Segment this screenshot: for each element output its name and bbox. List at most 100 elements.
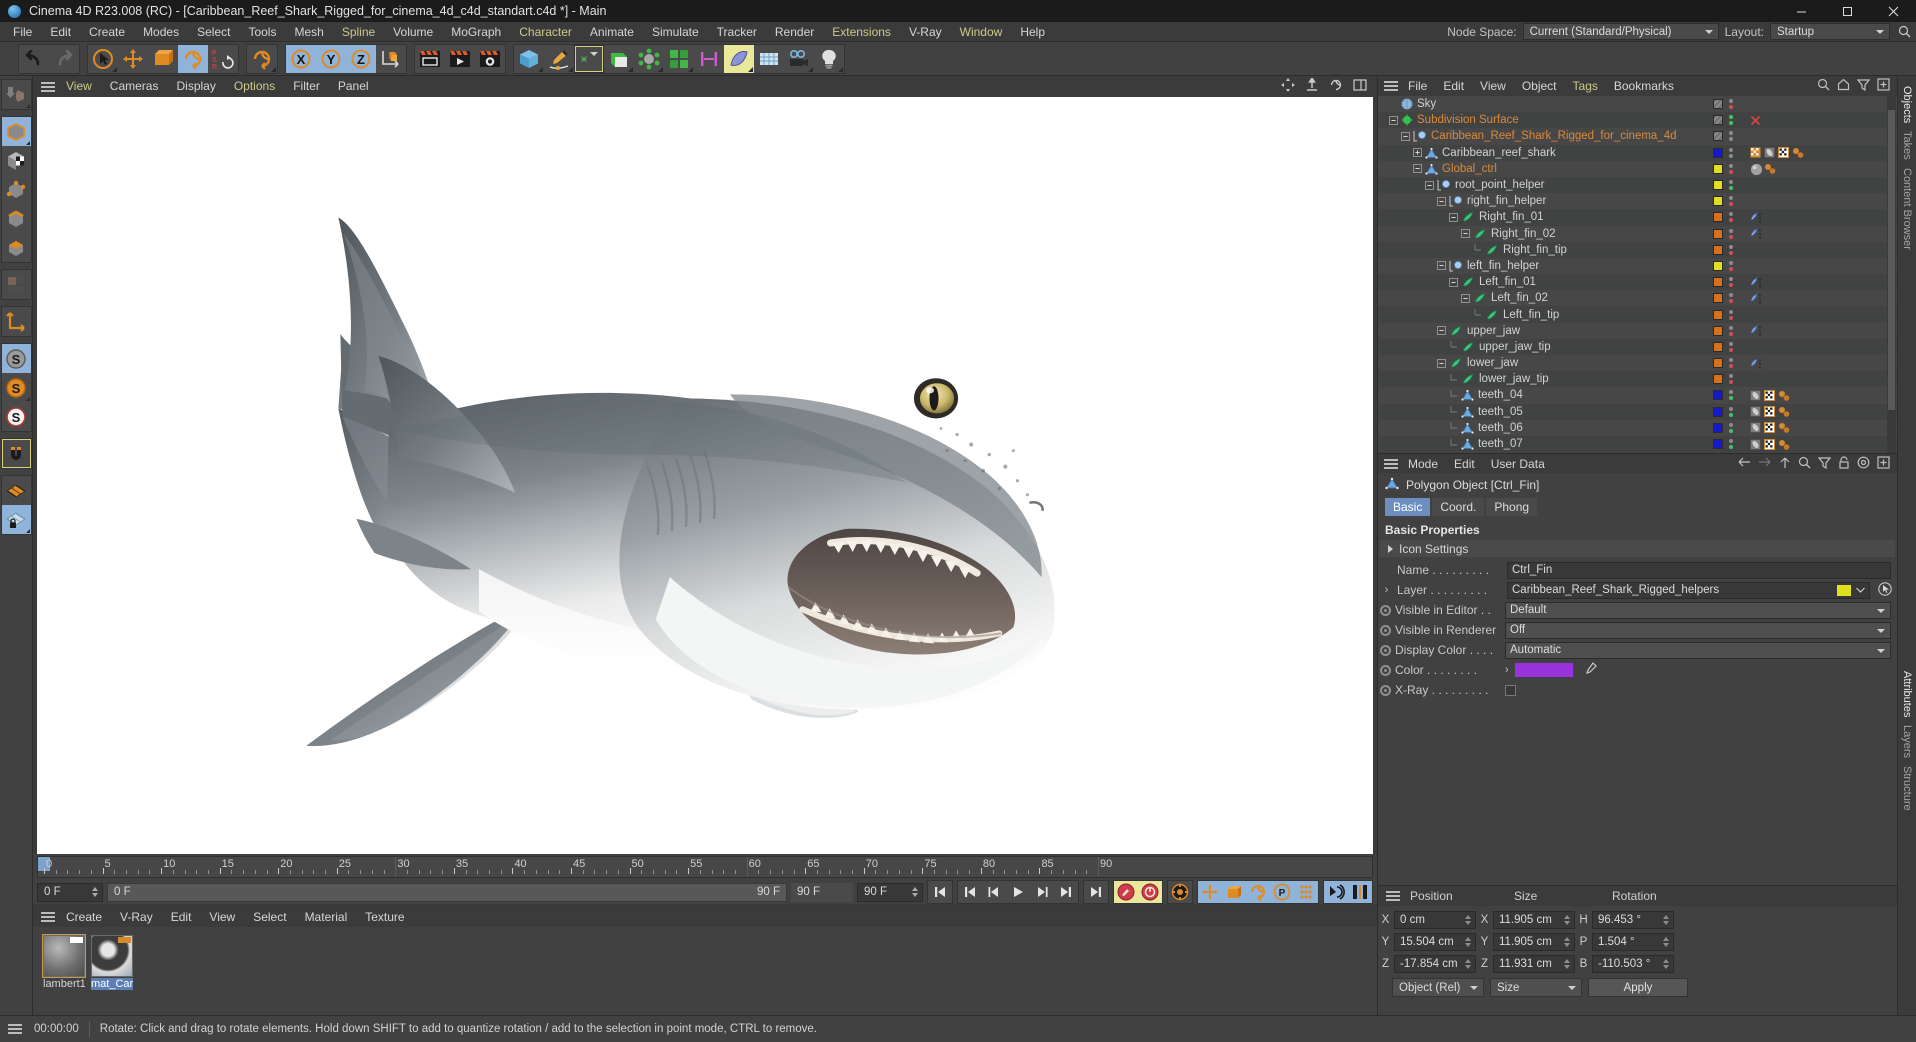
record-active-objects-button[interactable] (1114, 881, 1138, 903)
edge-mode-icon[interactable] (1, 204, 31, 233)
icon-settings-group[interactable]: Icon Settings (1380, 540, 1895, 557)
generator-icon[interactable] (574, 44, 604, 73)
make-editable-icon[interactable] (1, 80, 31, 109)
menu-item-mograph[interactable]: MoGraph (442, 22, 510, 42)
viewport-3d[interactable] (37, 97, 1373, 854)
viewport-menu-view[interactable]: View (57, 76, 101, 97)
snap-settings-icon[interactable]: S (1, 373, 31, 402)
object-display-color-swatch[interactable] (1713, 147, 1723, 158)
status-menu-icon[interactable] (6, 1022, 24, 1036)
color-expand-arrow-icon[interactable]: › (1505, 664, 1509, 676)
uv-tag[interactable] (1764, 406, 1775, 418)
object-visibility-dots[interactable] (1729, 244, 1733, 255)
uv-tag[interactable] (1778, 147, 1789, 159)
object-display-color-swatch[interactable] (1713, 277, 1723, 288)
object-visibility-dots[interactable] (1729, 147, 1733, 158)
object-visibility-dots[interactable] (1729, 293, 1733, 304)
psr-tag[interactable]: PSR (1750, 358, 1762, 369)
psr-tag[interactable]: PSR (1750, 325, 1762, 337)
scale-icon[interactable] (148, 44, 178, 73)
current-frame-field[interactable]: 0 F (37, 882, 103, 902)
object-tree-scrollbar[interactable] (1887, 96, 1896, 453)
end-frame-field[interactable]: 90 F (857, 882, 923, 902)
object-menu-tags[interactable]: Tags (1565, 76, 1606, 96)
object-display-color-swatch[interactable] (1713, 309, 1723, 320)
object-display-color-swatch[interactable] (1713, 115, 1723, 126)
object-tree-row[interactable]: Left_fin_tip (1378, 306, 1897, 323)
move-icon[interactable] (118, 44, 148, 73)
step-back-button[interactable] (982, 881, 1006, 903)
material-menu-view[interactable]: View (200, 907, 244, 927)
maximize-view-icon[interactable] (1353, 78, 1367, 95)
object-display-color-swatch[interactable] (1713, 390, 1723, 401)
red-x[interactable] (1750, 115, 1761, 126)
psr-tag[interactable]: PSR (1750, 228, 1762, 239)
node-space-dropdown[interactable]: Current (Standard/Physical) (1522, 23, 1719, 40)
render-to-picture-viewer-icon[interactable] (445, 44, 475, 73)
scale-key-button[interactable] (1222, 881, 1246, 903)
color-swatch[interactable] (1514, 663, 1573, 677)
bend-deformer-icon[interactable] (604, 44, 634, 73)
object-tree-row[interactable]: Right_fin_02 P S R (1378, 225, 1897, 242)
menu-item-window[interactable]: Window (951, 22, 1012, 42)
material-menu-edit[interactable]: Edit (162, 907, 201, 927)
z-axis-lock-icon[interactable]: Z (346, 44, 376, 73)
axis-modify-icon[interactable] (1, 307, 31, 336)
object-menu-edit[interactable]: Edit (1435, 76, 1472, 96)
phong-tag[interactable] (1750, 438, 1761, 450)
object-tree-row[interactable]: upper_jaw_tip (1378, 338, 1897, 355)
size-mode-dropdown[interactable]: Size (1490, 978, 1582, 997)
material-tag[interactable] (1778, 390, 1790, 401)
render-settings-icon[interactable] (475, 44, 505, 73)
object-display-color-swatch[interactable] (1713, 196, 1723, 207)
menu-item-mesh[interactable]: Mesh (285, 22, 332, 42)
material-menu-material[interactable]: Material (296, 907, 357, 927)
lock-workplane-icon[interactable] (1, 505, 31, 534)
menu-item-volume[interactable]: Volume (384, 22, 442, 42)
phong-tag[interactable] (1750, 406, 1761, 418)
menu-item-v-ray[interactable]: V-Ray (900, 22, 951, 42)
object-tree-row[interactable]: left_fin_helper (1378, 257, 1897, 275)
parameter-toggle[interactable] (1380, 644, 1391, 656)
menu-item-spline[interactable]: Spline (333, 22, 384, 42)
go-to-start-button[interactable] (928, 881, 952, 903)
layer-color-swatch[interactable] (1837, 584, 1851, 596)
object-display-color-swatch[interactable] (1713, 293, 1723, 304)
material-ball[interactable] (1750, 163, 1763, 176)
menu-item-help[interactable]: Help (1011, 22, 1054, 42)
object-visibility-dots[interactable] (1729, 131, 1733, 142)
rotation-h-field[interactable]: 96.453 ° (1592, 911, 1674, 929)
deformer-icon[interactable] (724, 44, 754, 73)
material-preview[interactable] (42, 934, 86, 978)
pan-icon[interactable] (1281, 78, 1295, 95)
position-y-field[interactable]: 15.504 cm (1394, 933, 1476, 951)
measure-icon[interactable] (694, 44, 724, 73)
material-tag[interactable] (1778, 439, 1790, 450)
parameter-toggle[interactable] (1380, 664, 1391, 676)
value-spinner[interactable] (1561, 914, 1572, 926)
phong-tag[interactable] (1750, 422, 1761, 434)
psr-tag[interactable]: PSR (1750, 212, 1762, 223)
value-spinner[interactable] (1660, 914, 1671, 926)
attribute-tab-basic[interactable]: Basic (1385, 498, 1431, 516)
parameter-toggle[interactable] (1380, 684, 1391, 696)
rotation-key-button[interactable] (1246, 881, 1270, 903)
object-visibility-dots[interactable] (1729, 228, 1733, 239)
cube-primitive-icon[interactable] (514, 44, 544, 73)
magnet-icon[interactable] (1, 439, 31, 468)
world-object-axis-icon[interactable] (247, 44, 277, 73)
layout-dropdown[interactable]: Startup (1770, 23, 1890, 40)
enable-snap-gray-icon[interactable]: S (1, 344, 31, 373)
value-spinner[interactable] (1462, 936, 1473, 948)
object-menu-file[interactable]: File (1400, 76, 1435, 96)
model-mode-icon[interactable] (1, 117, 31, 146)
select-live-icon[interactable] (88, 44, 118, 73)
object-visibility-dots[interactable] (1729, 325, 1733, 336)
expand-arrow-icon[interactable]: › (1380, 584, 1393, 596)
uv-tag[interactable] (1764, 422, 1775, 434)
object-tree-row[interactable]: upper_jaw P S R (1378, 322, 1897, 339)
vray-tag[interactable] (1750, 147, 1761, 158)
autokeying-button[interactable] (1138, 881, 1162, 903)
viewport-menu-options[interactable]: Options (225, 76, 284, 97)
psr-icon[interactable]: P S R (208, 44, 238, 73)
